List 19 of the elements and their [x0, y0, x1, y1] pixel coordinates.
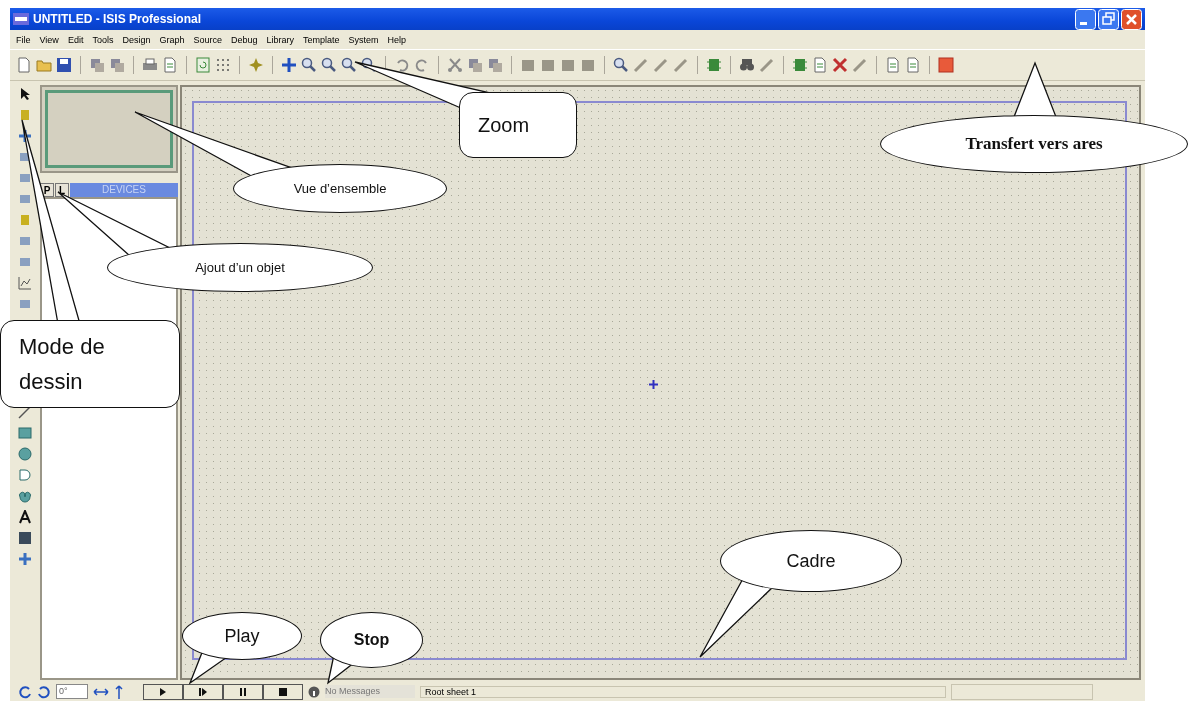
menu-item[interactable]: Template — [303, 34, 340, 45]
window-title: UNTITLED - ISIS Professional — [33, 12, 203, 26]
angle-field[interactable]: 0° — [56, 684, 88, 699]
callout: Zoom — [459, 92, 577, 158]
menu-item[interactable]: Help — [387, 34, 407, 45]
menu-item[interactable]: Tools — [92, 34, 114, 45]
menu-item[interactable]: Source — [193, 34, 222, 45]
devices-header: DEVICES — [70, 183, 178, 197]
callout: Mode de dessin — [0, 320, 180, 408]
menu-item[interactable]: Design — [122, 34, 151, 45]
message-text: No Messages — [325, 685, 415, 698]
sheet-name: Root sheet 1 — [420, 685, 946, 698]
menu-item[interactable]: Edit — [67, 34, 84, 45]
menu-item[interactable]: System — [348, 34, 379, 45]
menu-item[interactable]: Debug — [230, 34, 258, 45]
menu-item[interactable]: File — [16, 34, 31, 45]
menu-item[interactable]: Library — [266, 34, 294, 45]
menu-item[interactable]: Graph — [159, 34, 185, 45]
menu-item[interactable]: View — [39, 34, 59, 45]
